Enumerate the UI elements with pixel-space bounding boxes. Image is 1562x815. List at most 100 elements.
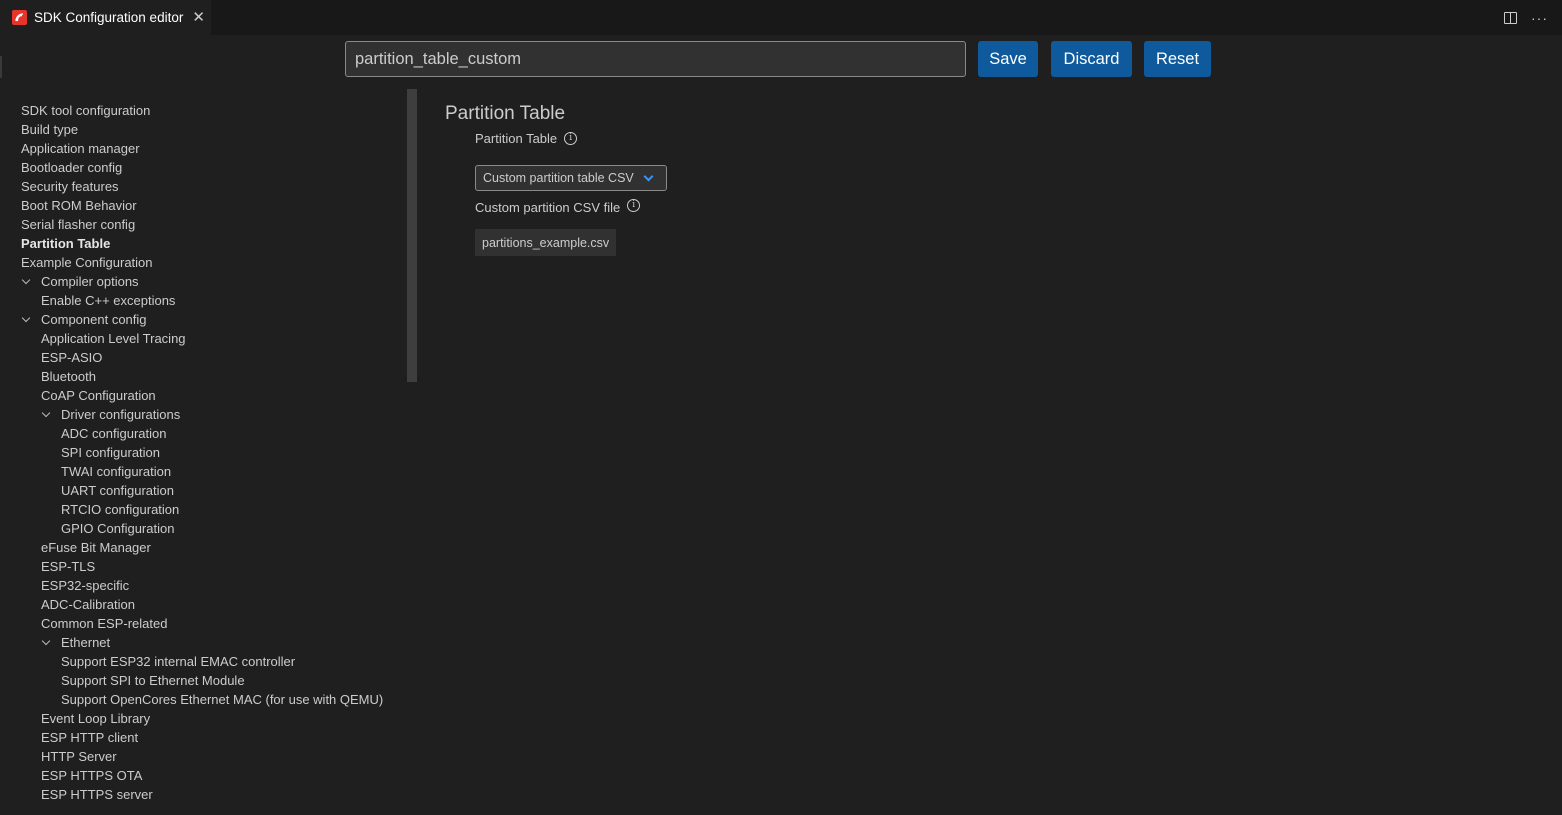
sidebar-item[interactable]: Enable C++ exceptions [0,291,407,310]
sidebar-item-label: Serial flasher config [21,217,136,232]
activity-marker [0,56,2,78]
sidebar-item[interactable]: Build type [0,120,407,139]
sidebar-item-label: HTTP Server [41,749,117,764]
sidebar-item-label: TWAI configuration [61,464,172,479]
sidebar-item-label: Bootloader config [21,160,123,175]
sidebar-item[interactable]: RTCIO configuration [0,500,407,519]
sidebar-scrollbar[interactable] [407,89,417,382]
sidebar-item[interactable]: Support SPI to Ethernet Module [0,671,407,690]
sidebar-item[interactable]: TWAI configuration [0,462,407,481]
sidebar-item[interactable]: SPI configuration [0,443,407,462]
tab-sdk-configuration-editor[interactable]: SDK Configuration editor ✕ [0,0,211,35]
sidebar-item[interactable]: Ethernet [0,633,407,652]
sidebar-item[interactable]: SDK tool configuration [0,101,407,120]
sidebar-item-label: Event Loop Library [41,711,151,726]
sidebar-item-label: SPI configuration [61,445,161,460]
sidebar-item-label: RTCIO configuration [61,502,180,517]
sidebar-item[interactable]: UART configuration [0,481,407,500]
sidebar-item[interactable]: Support ESP32 internal EMAC controller [0,652,407,671]
sidebar-item-label: Support OpenCores Ethernet MAC (for use … [61,692,384,707]
sidebar-item[interactable]: ESP HTTPS server [0,785,407,804]
partition-table-label: Partition Table i [475,131,578,146]
section-title: Partition Table [445,103,566,124]
sidebar-item-label: Example Configuration [21,255,153,270]
sidebar-item[interactable]: Event Loop Library [0,709,407,728]
sidebar-item[interactable]: ESP-TLS [0,557,407,576]
sidebar-item[interactable]: Application manager [0,139,407,158]
sidebar-item[interactable]: ADC-Calibration [0,595,407,614]
partition-table-select-value: Custom partition table CSV [483,171,634,185]
sidebar-item-label: ESP HTTP client [41,730,139,745]
sidebar-item-label: ESP HTTPS OTA [41,768,143,783]
sidebar-item[interactable]: Serial flasher config [0,215,407,234]
sidebar-item[interactable]: Compiler options [0,272,407,291]
sidebar-item[interactable]: ESP32-specific [0,576,407,595]
sidebar-item-label: Support SPI to Ethernet Module [61,673,245,688]
more-actions-icon[interactable]: ··· [1531,11,1548,25]
sidebar-item[interactable]: ESP-ASIO [0,348,407,367]
sidebar-item-label: Bluetooth [41,369,96,384]
sidebar-item-label: eFuse Bit Manager [41,540,151,555]
chevron-down-icon [643,171,654,182]
sidebar-item[interactable]: Component config [0,310,407,329]
sidebar-item[interactable]: ADC configuration [0,424,407,443]
sidebar-item-label: ESP-ASIO [41,350,103,365]
sidebar-item[interactable]: Example Configuration [0,253,407,272]
sidebar-item[interactable]: Bluetooth [0,367,407,386]
partition-table-select[interactable]: Custom partition table CSV [475,165,667,191]
chevron-down-icon[interactable] [21,275,31,285]
discard-button[interactable]: Discard [1051,41,1132,77]
sidebar-item-label: GPIO Configuration [61,521,175,536]
sidebar-item[interactable]: Security features [0,177,407,196]
sidebar-item[interactable]: Driver configurations [0,405,407,424]
sidebar-item[interactable]: Common ESP-related [0,614,407,633]
sidebar-item-label: SDK tool configuration [21,103,151,118]
config-menu-tree: SDK tool configuration Build type Applicat… [0,101,407,804]
reset-button[interactable]: Reset [1144,41,1211,77]
sidebar-item-label: ADC configuration [61,426,167,441]
sidebar-item-label: ADC-Calibration [41,597,135,612]
tab-title: SDK Configuration editor [34,10,184,25]
save-button[interactable]: Save [978,41,1038,77]
sidebar-item[interactable]: Partition Table [0,234,407,253]
sidebar-item-label: Boot ROM Behavior [21,198,137,213]
chevron-down-icon[interactable] [41,408,51,418]
search-input[interactable] [345,41,966,77]
sidebar-item-label: Enable C++ exceptions [41,293,176,308]
sidebar-item-label: Driver configurations [61,407,181,422]
sidebar-item[interactable]: eFuse Bit Manager [0,538,407,557]
sidebar-item[interactable]: HTTP Server [0,747,407,766]
custom-csv-label-text: Custom partition CSV file [475,200,621,215]
sidebar-item-label: Compiler options [41,274,139,289]
sidebar-item[interactable]: GPIO Configuration [0,519,407,538]
sidebar-item[interactable]: Boot ROM Behavior [0,196,407,215]
sidebar-item-label: UART configuration [61,483,174,498]
close-icon[interactable]: ✕ [192,10,205,25]
sidebar-item[interactable]: Bootloader config [0,158,407,177]
info-icon[interactable]: i [564,132,578,145]
sidebar-item-label: Security features [21,179,119,194]
sidebar-item-label: ESP-TLS [41,559,96,574]
info-icon[interactable]: i [627,199,641,212]
partition-table-label-text: Partition Table [475,131,558,146]
sidebar-item[interactable]: Support OpenCores Ethernet MAC (for use … [0,690,407,709]
custom-csv-file-input[interactable] [475,229,616,256]
sidebar-item-label: Ethernet [61,635,111,650]
sidebar-item-label: Partition Table [21,236,111,251]
sidebar-item-label: CoAP Configuration [41,388,156,403]
tab-actions: ··· [1504,0,1548,35]
sidebar-item[interactable]: Application Level Tracing [0,329,407,348]
custom-csv-label: Custom partition CSV file i [475,199,641,215]
chevron-down-icon[interactable] [21,313,31,323]
sidebar-item[interactable]: ESP HTTPS OTA [0,766,407,785]
chevron-down-icon[interactable] [41,636,51,646]
sidebar-item-label: Common ESP-related [41,616,168,631]
sidebar-item-label: Application manager [21,141,140,156]
sidebar-item[interactable]: CoAP Configuration [0,386,407,405]
sidebar-item-label: ESP32-specific [41,578,130,593]
sidebar-item[interactable]: ESP HTTP client [0,728,407,747]
sidebar-item-label: ESP HTTPS server [41,787,153,802]
sidebar-item-label: Component config [41,312,147,327]
split-editor-icon[interactable] [1504,11,1517,24]
sidebar-item-label: Build type [21,122,79,137]
